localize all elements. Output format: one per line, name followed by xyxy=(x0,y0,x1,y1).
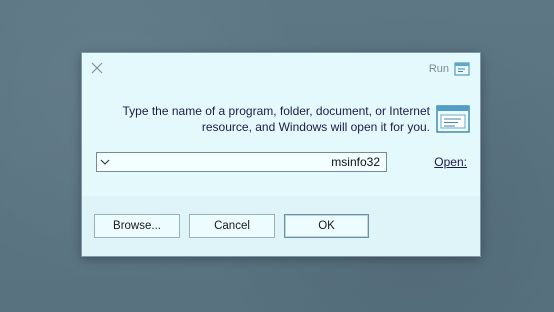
window-title: Run xyxy=(428,63,449,75)
open-input[interactable] xyxy=(136,153,386,171)
title-area: Run xyxy=(429,61,470,77)
description-line-1: Type the name of a program, folder, docu… xyxy=(122,104,430,118)
button-bar: Browse... Cancel OK xyxy=(82,196,480,256)
close-icon xyxy=(91,62,103,74)
browse-button[interactable]: Browse... xyxy=(94,214,180,238)
title-bar: Run xyxy=(82,53,480,83)
cancel-button[interactable]: Cancel xyxy=(189,214,275,238)
run-icon xyxy=(454,62,470,76)
description-line-2: resource, and Windows will open it for y… xyxy=(201,120,430,134)
run-dialog: Run Type the name of a program, folder, … xyxy=(82,53,480,256)
close-button[interactable] xyxy=(88,59,106,77)
chevron-down-icon[interactable] xyxy=(100,158,110,166)
ok-button[interactable]: OK xyxy=(284,214,369,238)
run-icon xyxy=(436,105,470,133)
open-label: Open: xyxy=(434,155,467,169)
description: Type the name of a program, folder, docu… xyxy=(90,103,430,135)
open-combobox[interactable] xyxy=(96,152,387,172)
